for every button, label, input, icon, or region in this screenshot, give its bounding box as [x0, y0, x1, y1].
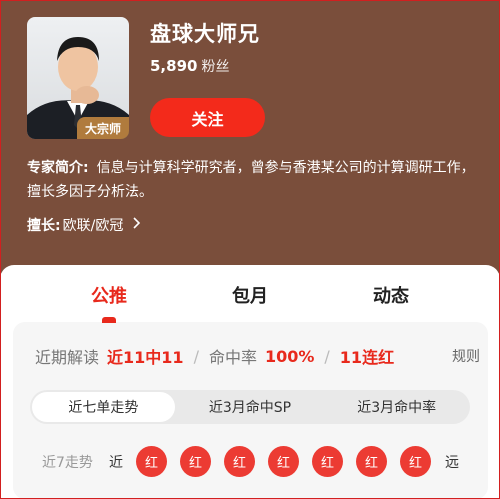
tab-feed[interactable]: 动态 [351, 282, 431, 308]
level-badge: 大宗师 [77, 117, 129, 139]
skill-value: 欧联/欧冠 [62, 218, 124, 234]
tab-recommend[interactable]: 公推 [69, 282, 149, 308]
expert-avatar: 大宗师 [27, 17, 129, 139]
segment-recent-seven[interactable]: 近七单走势 [32, 392, 175, 422]
fans-info: 5,890 粉丝 [150, 56, 229, 76]
rules-link[interactable]: 规则 [452, 346, 480, 366]
expert-name: 盘球大师兄 [150, 22, 260, 46]
result-dot: 红 [268, 446, 299, 477]
result-dot: 红 [400, 446, 431, 477]
stats-row: 近期解读 近11中11 / 命中率 100% / 11连红 规则 [35, 344, 480, 368]
fans-count: 5,890 [150, 57, 198, 75]
intro-text: 信息与计算科学研究者，曾参与香港某公司的计算调研工作，擅长多因子分析法。 [27, 160, 475, 200]
trend-segmented-control: 近七单走势 近3月命中SP 近3月命中率 [30, 390, 470, 424]
hit-rate-label: 命中率 [208, 348, 257, 367]
fans-unit: 粉丝 [201, 59, 230, 75]
result-dot: 红 [312, 446, 343, 477]
result-dot: 红 [180, 446, 211, 477]
result-dot: 红 [136, 446, 167, 477]
segment-three-month-sp[interactable]: 近3月命中SP [179, 392, 322, 422]
result-dot: 红 [224, 446, 255, 477]
intro-label: 专家简介: [27, 160, 89, 176]
hit-rate-value: 100% [264, 346, 315, 366]
trend-row: 近7走势 近 红 红 红 红 红 红 红 远 [42, 446, 472, 477]
far-label: 远 [445, 454, 459, 471]
chevron-right-icon [133, 217, 141, 233]
divider: / [193, 346, 199, 366]
tab-monthly[interactable]: 包月 [210, 282, 290, 308]
skill-label: 擅长: [27, 218, 61, 234]
recent-value: 近11中11 [107, 348, 184, 367]
skill-link[interactable]: 擅长: 欧联/欧冠 [27, 215, 141, 235]
trend-label: 近7走势 [42, 454, 93, 471]
follow-button[interactable]: 关注 [150, 98, 265, 137]
segment-three-month-rate[interactable]: 近3月命中率 [325, 392, 468, 422]
recent-label: 近期解读 [35, 348, 100, 367]
expert-intro: 专家简介: 信息与计算科学研究者，曾参与香港某公司的计算调研工作，擅长多因子分析法… [27, 156, 477, 204]
tab-indicator [102, 317, 116, 323]
near-label: 近 [109, 454, 123, 471]
divider: / [324, 346, 330, 366]
result-dot: 红 [356, 446, 387, 477]
streak-value: 11连红 [339, 348, 395, 367]
